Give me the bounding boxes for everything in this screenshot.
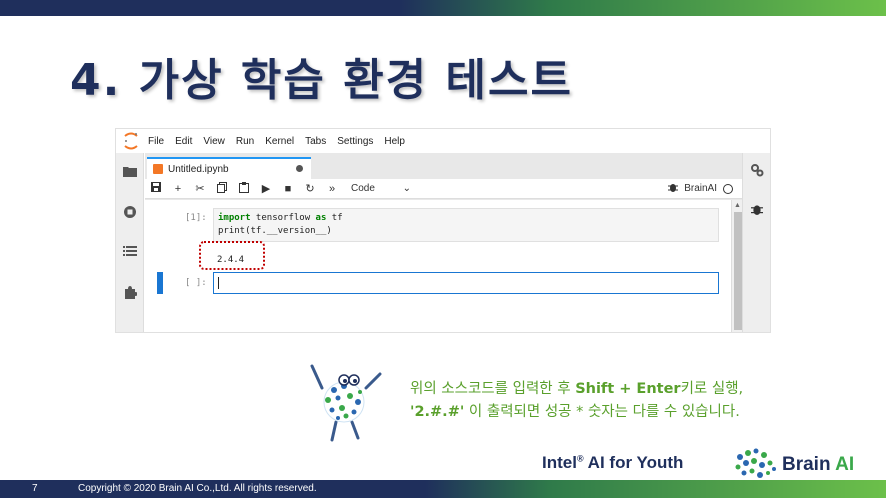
text-caret [218,277,219,289]
stop-icon[interactable]: ■ [277,183,299,195]
brand-rest: AI for Youth [583,453,684,472]
cell-type-dropdown[interactable]: Code ⌄ [351,183,411,194]
menu-help[interactable]: Help [384,136,405,147]
logo-brain-word: Brain [782,454,831,475]
menu-run[interactable]: Run [236,136,254,147]
cell-2-editor[interactable] [213,272,719,294]
brain-mascot-illustration [310,364,382,442]
jupyter-logo-icon [120,130,142,152]
code-alias: tf [326,213,343,223]
brain-ai-logo-text: Brain AI [782,454,854,476]
instruction-line-1-a: 위의 소스코드를 입력한 후 [410,381,576,397]
instruction-shortcut: Shift + Enter [575,381,681,397]
scroll-up-arrow-icon[interactable]: ▲ [734,202,741,209]
running-icon[interactable] [122,205,138,221]
fast-forward-icon[interactable]: » [321,183,343,195]
debugger-bug-sidebar-icon[interactable] [749,203,765,219]
save-icon[interactable] [145,182,167,195]
menu-edit[interactable]: Edit [175,136,192,147]
main-area: Untitled.ipynb + ✂ ▶ ■ ↻ » Code ⌄ BrainA… [145,153,743,332]
extension-puzzle-icon[interactable] [122,285,138,301]
debugger-bug-icon[interactable] [668,182,679,195]
tab-untitled-notebook[interactable]: Untitled.ipynb [147,157,311,179]
brain-ai-logo-icon [735,448,776,478]
instruction-version-pattern: '2.#.#' [410,404,465,420]
cell-type-value: Code [351,183,375,194]
code-keyword-as: as [315,213,327,223]
code-keyword-import: import [218,213,251,223]
run-icon[interactable]: ▶ [255,182,277,195]
instruction-text: 위의 소스코드를 입력한 후 Shift + Enter키로 실행, '2.#.… [410,378,810,424]
kernel-name: BrainAI [684,183,717,194]
brand-registered-mark: ® [576,453,584,464]
notebook-toolbar: + ✂ ▶ ■ ↻ » Code ⌄ BrainAI [145,179,743,199]
intel-ai-for-youth-brand: Intel® AI for Youth [542,453,683,473]
brand-intel: Intel [542,453,577,472]
logo-ai-word: AI [835,454,855,475]
menu-bar: File Edit View Run Kernel Tabs Settings … [116,129,770,153]
instruction-line-2-rest: 이 출력되면 성공 * 숫자는 다를 수 있습니다. [464,404,740,420]
left-sidebar [116,153,144,332]
instruction-line-2: '2.#.#' 이 출력되면 성공 * 숫자는 다를 수 있습니다. [410,401,810,424]
property-gears-icon[interactable] [749,163,765,179]
active-cell-marker[interactable] [157,272,163,294]
paste-icon[interactable] [233,181,255,196]
notebook-panel: [1]: import tensorflow as tf print(tf.__… [145,200,731,332]
cell-1-editor[interactable]: import tensorflow as tf print(tf.__versi… [213,208,719,242]
folder-icon[interactable] [122,165,138,181]
code-module: tensorflow [250,213,316,223]
cell-1-prompt: [1]: [185,213,207,223]
right-sidebar [742,153,770,332]
cut-icon[interactable]: ✂ [189,182,211,195]
tab-title: Untitled.ipynb [168,163,229,175]
page-number: 7 [32,483,38,494]
kernel-status-icon [723,183,733,194]
cell-2-prompt: [ ]: [185,278,207,288]
copyright-text: Copyright © 2020 Brain AI Co.,Ltd. All r… [78,483,317,494]
unsaved-dot-icon[interactable] [296,165,303,172]
menu-kernel[interactable]: Kernel [265,136,294,147]
kernel-indicator[interactable]: BrainAI [668,182,733,195]
notebook-icon [153,164,163,174]
restart-icon[interactable]: ↻ [299,182,321,195]
slide-title: 4. 가상 학습 환경 테스트 [70,55,573,106]
menu-settings[interactable]: Settings [337,136,373,147]
top-banner [0,0,886,16]
code-print-line: print(tf.__version__) [218,226,332,236]
add-cell-icon[interactable]: + [167,183,189,195]
scroll-thumb[interactable] [734,212,742,330]
menu-view[interactable]: View [203,136,225,147]
cell-1-output: 2.4.4 [217,255,245,265]
menu-tabs[interactable]: Tabs [305,136,326,147]
instruction-line-1-b: 키로 실행, [680,381,744,397]
toc-list-icon[interactable] [122,245,138,261]
jupyterlab-window: File Edit View Run Kernel Tabs Settings … [115,128,771,333]
menu-file[interactable]: File [148,136,164,147]
chevron-down-icon: ⌄ [402,183,411,194]
copy-icon[interactable] [211,181,233,196]
instruction-line-1: 위의 소스코드를 입력한 후 Shift + Enter키로 실행, [410,378,810,401]
